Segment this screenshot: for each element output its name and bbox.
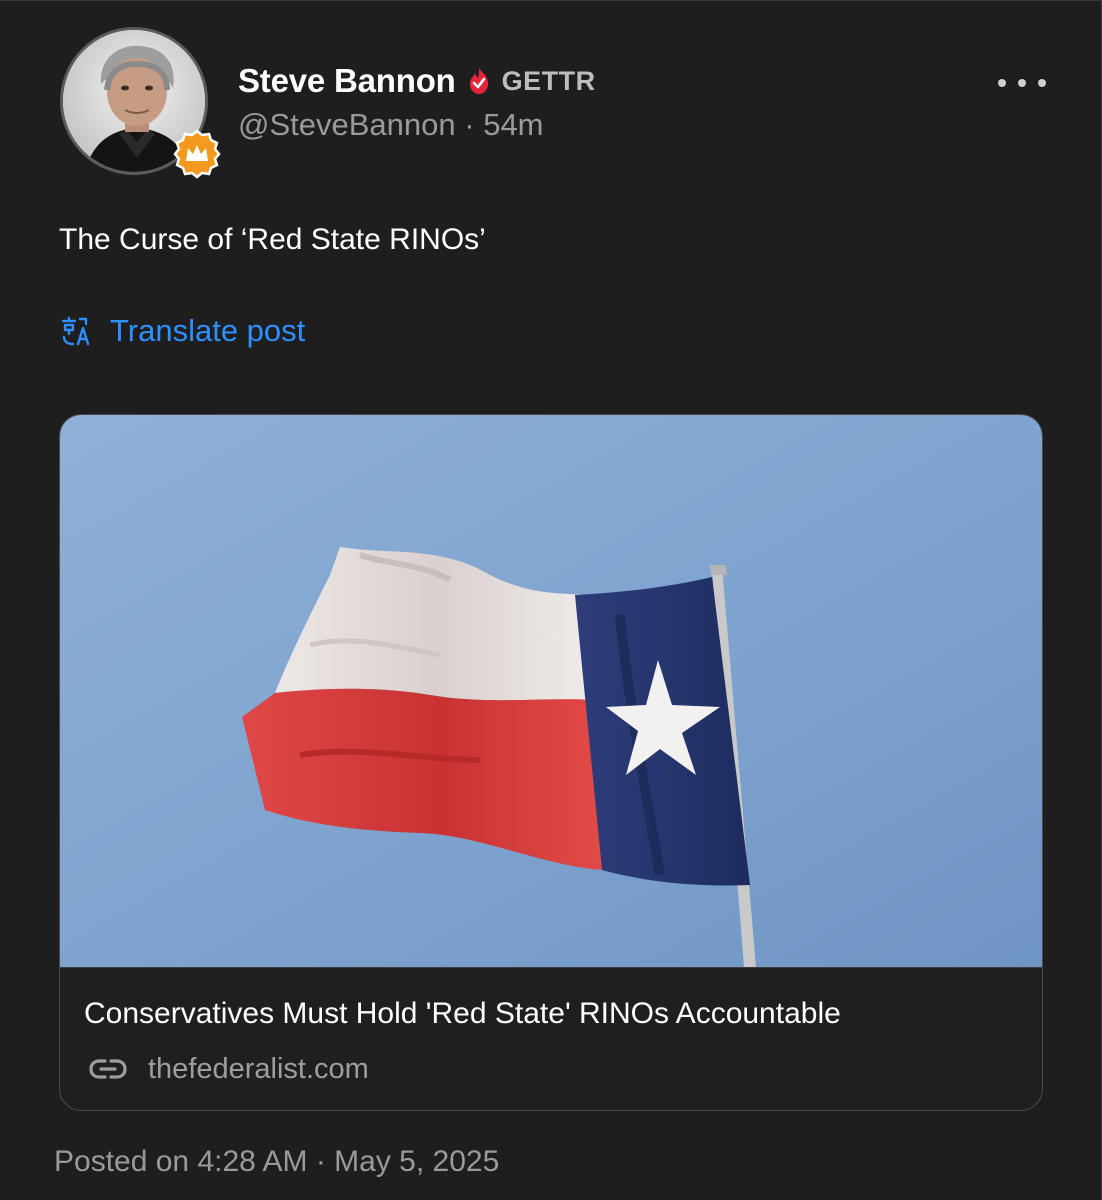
translate-post-button[interactable]: Translate post <box>60 311 305 351</box>
translate-label: Translate post <box>110 313 306 348</box>
author-line: Steve Bannon GETTR <box>238 59 596 103</box>
avatar-container[interactable] <box>60 27 221 179</box>
link-icon <box>89 1059 127 1079</box>
more-options-button[interactable] <box>998 71 1046 95</box>
link-card-domain-row[interactable]: thefederalist.com <box>88 1051 369 1087</box>
posted-timestamp: Posted on 4:28 AM · May 5, 2025 <box>54 1145 500 1178</box>
texas-flag-image[interactable] <box>60 415 1042 967</box>
post-time-ago[interactable]: 54m <box>483 107 543 142</box>
translate-icon <box>61 316 90 346</box>
post-frame: Steve Bannon GETTR @SteveBannon · 54m Th… <box>0 0 1102 1200</box>
flame-verified-icon <box>469 68 488 94</box>
link-card-domain: thefederalist.com <box>148 1052 369 1085</box>
card-divider <box>60 967 1042 968</box>
link-card-title[interactable]: Conservatives Must Hold 'Red State' RINO… <box>84 997 841 1031</box>
crown-badge-icon <box>173 129 221 179</box>
author-handle[interactable]: @SteveBannon <box>238 107 456 142</box>
link-preview-card[interactable]: Conservatives Must Hold 'Red State' RINO… <box>59 414 1043 1111</box>
more-dot-icon <box>1018 79 1026 87</box>
author-meta: @SteveBannon · 54m <box>238 107 544 143</box>
gettr-brand-label: GETTR <box>501 65 596 96</box>
more-dot-icon <box>1038 79 1046 87</box>
meta-separator: · <box>464 107 475 142</box>
more-dot-icon <box>998 79 1006 87</box>
post-text: The Curse of ‘Red State RINOs’ <box>59 223 486 256</box>
author-name[interactable]: Steve Bannon <box>238 62 456 100</box>
